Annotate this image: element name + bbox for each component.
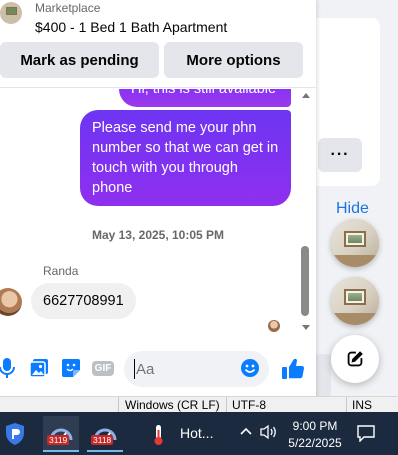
photo-icon[interactable] [28, 357, 50, 379]
microphone-icon[interactable] [0, 357, 18, 379]
message-bubble-outgoing: Please send me your phn number so that w… [80, 110, 291, 206]
clock-time[interactable]: 9:00 PM [290, 419, 340, 433]
listing-thumbnail[interactable] [0, 2, 22, 24]
more-options-button[interactable]: More options [164, 42, 303, 78]
editor-status-bar: Windows (CR LF) UTF-8 INS [0, 396, 398, 413]
background-panel-edge [315, 354, 331, 400]
sender-name: Randa [43, 264, 79, 278]
charset-indicator[interactable]: UTF-8 [232, 398, 266, 412]
scrollbar[interactable] [300, 91, 312, 337]
chat-header: Marketplace $400 - 1 Bed 1 Bath Apartmen… [0, 0, 316, 88]
chat-head-avatar[interactable] [331, 277, 379, 325]
new-message-button[interactable] [331, 335, 379, 383]
text-caret [134, 359, 135, 379]
app-badge: 3118 [91, 435, 114, 445]
thermometer-icon[interactable] [148, 424, 168, 451]
scroll-down-arrow-icon[interactable] [302, 325, 310, 330]
chat-window: Marketplace $400 - 1 Bed 1 Bath Apartmen… [0, 0, 316, 400]
taskbar-app-button[interactable]: 3118 [87, 416, 123, 452]
message-bubble-incoming: 6627708991 [31, 283, 136, 319]
insert-mode-indicator: INS [352, 398, 373, 412]
seen-indicator-avatar [268, 320, 280, 332]
gif-icon[interactable]: GIF [91, 357, 115, 379]
hide-link[interactable]: Hide [336, 200, 369, 218]
security-app-button[interactable] [0, 416, 33, 452]
weather-text[interactable]: Hot... [180, 425, 213, 441]
taskbar: 3119 3118 Hot... 9:00 PM 5/22/2025 [0, 412, 398, 455]
listing-title[interactable]: $400 - 1 Bed 1 Bath Apartment [35, 19, 227, 35]
chevron-up-icon[interactable] [239, 424, 253, 441]
volume-icon[interactable] [259, 424, 279, 445]
message-bubble-outgoing: Hi, this is still available [119, 89, 291, 107]
more-button[interactable]: ··· [318, 138, 362, 172]
header-subtitle: Marketplace [35, 1, 101, 15]
message-list: Hi, this is still available Please send … [0, 89, 316, 337]
message-composer: GIF [0, 344, 316, 394]
line-ending-indicator[interactable]: Windows (CR LF) [125, 398, 220, 412]
chat-head-avatar[interactable] [331, 219, 379, 267]
clock-date[interactable]: 5/22/2025 [286, 436, 344, 450]
thumbs-up-icon[interactable] [281, 357, 305, 381]
sender-avatar[interactable] [0, 288, 22, 316]
mark-as-pending-button[interactable]: Mark as pending [0, 42, 159, 78]
app-badge: 3119 [47, 435, 70, 445]
scrollbar-thumb[interactable] [301, 246, 309, 316]
sticker-icon[interactable] [60, 357, 82, 379]
notification-icon[interactable] [356, 424, 376, 447]
shield-icon [6, 423, 24, 445]
emoji-icon[interactable] [240, 358, 262, 380]
scroll-up-arrow-icon[interactable] [302, 93, 310, 98]
compose-icon [347, 351, 363, 367]
date-separator: May 13, 2025, 10:05 PM [91, 228, 225, 242]
taskbar-app-button[interactable]: 3119 [43, 416, 79, 452]
